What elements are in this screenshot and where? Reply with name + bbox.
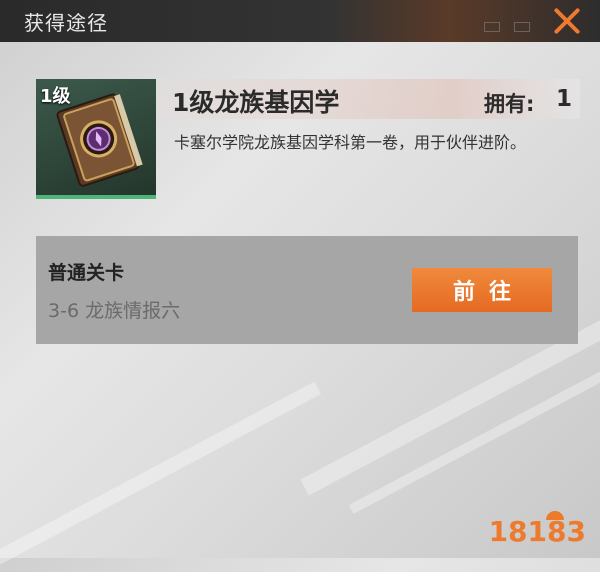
watermark-logo: 18183 bbox=[489, 515, 586, 548]
dialog-title: 获得途径 bbox=[24, 11, 108, 35]
background-streak bbox=[0, 381, 322, 572]
item-card: 1级 bbox=[36, 79, 156, 199]
acquisition-source-row: 普通关卡 3-6 龙族情报六 前往 bbox=[36, 236, 578, 344]
source-type-label: 普通关卡 bbox=[48, 262, 125, 284]
watermark-text: 18183 bbox=[488, 515, 586, 548]
item-level-badge: 1级 bbox=[40, 86, 71, 107]
close-button[interactable] bbox=[552, 6, 582, 36]
item-description: 卡塞尔学院龙族基因学科第一卷，用于伙伴进阶。 bbox=[174, 133, 527, 152]
maximize-icon bbox=[514, 22, 530, 32]
title-bar: 获得途径 bbox=[0, 0, 600, 42]
minimize-icon bbox=[484, 22, 500, 32]
source-stage-label: 3-6 龙族情报六 bbox=[48, 300, 181, 322]
window-controls bbox=[484, 22, 530, 32]
background-streak bbox=[348, 336, 600, 514]
owned-label: 拥有: bbox=[484, 92, 535, 116]
item-name: 1级龙族基因学 bbox=[172, 88, 340, 117]
go-button[interactable]: 前往 bbox=[412, 268, 552, 312]
owned-count: 1 bbox=[556, 86, 573, 112]
